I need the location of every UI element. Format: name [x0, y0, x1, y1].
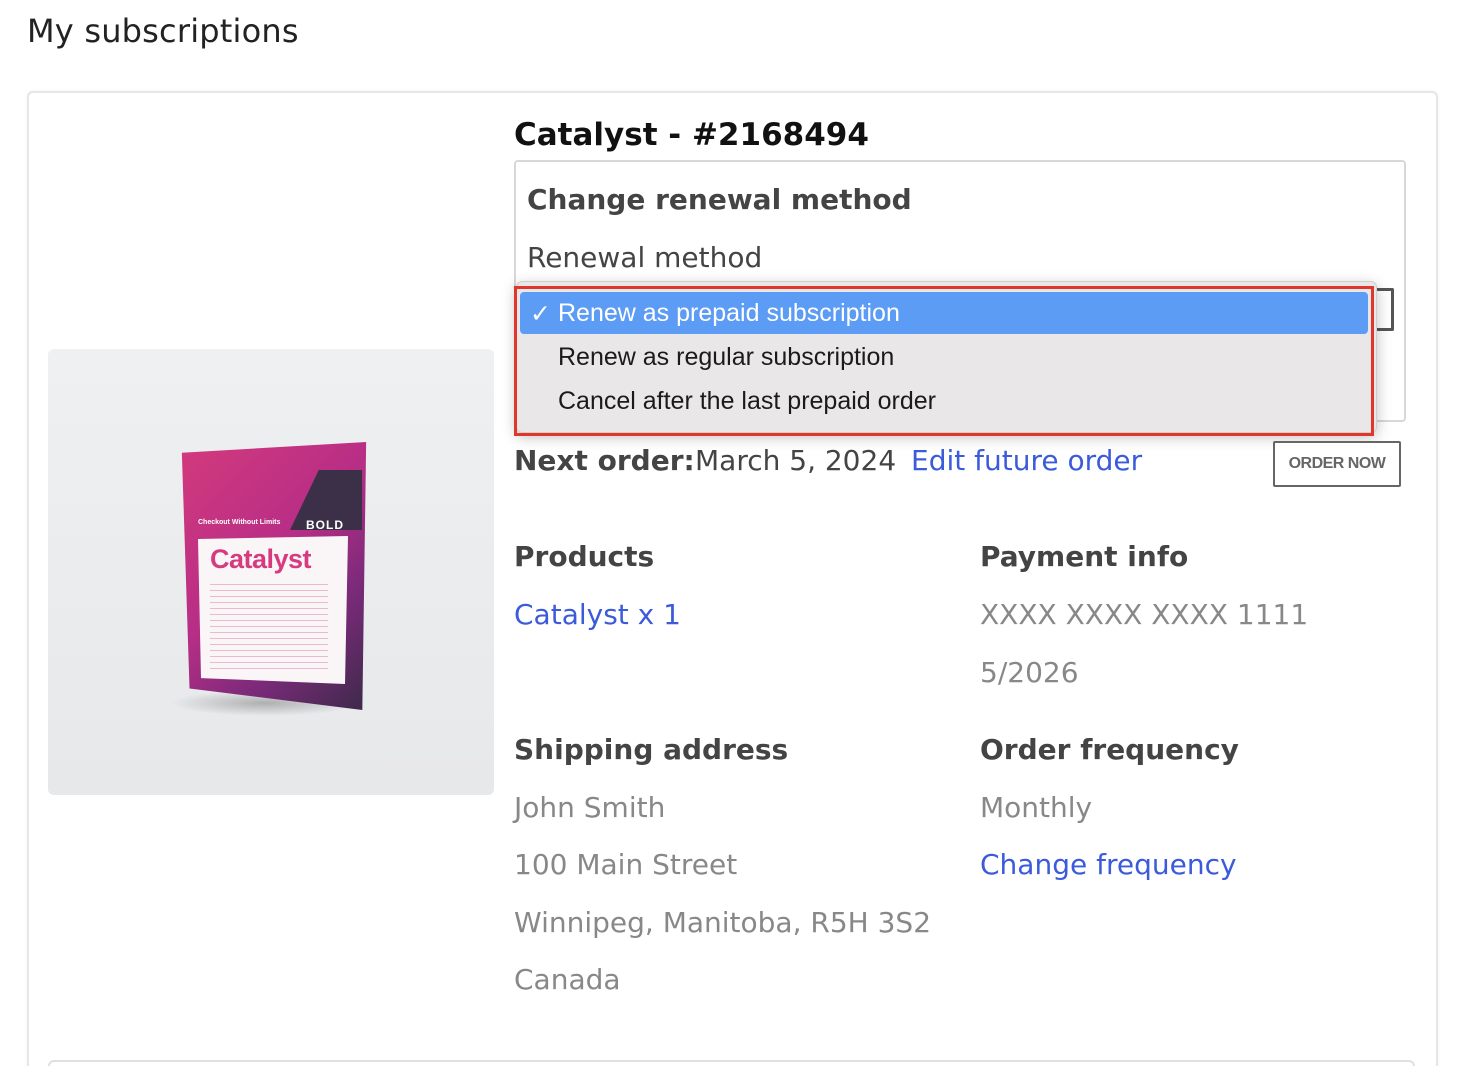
next-card-edge: [48, 1060, 1415, 1066]
shipping-country: Canada: [514, 963, 621, 996]
payment-heading: Payment info: [980, 540, 1189, 573]
shipping-city: Winnipeg, Manitoba, R5H 3S2: [514, 906, 932, 939]
frequency-heading: Order frequency: [980, 733, 1239, 766]
product-pouch-tagline: Checkout Without Limits: [198, 519, 281, 526]
product-pouch-name: Catalyst: [210, 544, 312, 574]
option-label: Renew as regular subscription: [558, 342, 895, 371]
product-pouch-text-lines: [210, 584, 328, 674]
change-frequency-link[interactable]: Change frequency: [980, 848, 1237, 881]
page-title: My subscriptions: [27, 12, 299, 50]
renewal-method-label: Renewal method: [527, 241, 763, 274]
payment-card-expiry: 5/2026: [980, 656, 1079, 689]
next-order-date: March 5, 2024: [695, 444, 897, 477]
shipping-street: 100 Main Street: [514, 848, 738, 881]
payment-card-number: XXXX XXXX XXXX 1111: [980, 598, 1309, 631]
edit-future-order-link[interactable]: Edit future order: [911, 444, 1142, 477]
option-label: Cancel after the last prepaid order: [558, 386, 936, 415]
shipping-heading: Shipping address: [514, 733, 789, 766]
shipping-name: John Smith: [514, 791, 666, 824]
order-now-button[interactable]: ORDER NOW: [1273, 441, 1401, 487]
option-renew-prepaid[interactable]: ✓ Renew as prepaid subscription: [520, 292, 1368, 334]
subscription-title: Catalyst - #2168494: [514, 117, 869, 153]
option-renew-regular[interactable]: Renew as regular subscription: [520, 336, 1368, 378]
option-label: Renew as prepaid subscription: [558, 298, 900, 327]
product-link[interactable]: Catalyst x 1: [514, 598, 681, 631]
checkmark-icon: ✓: [530, 300, 551, 328]
products-heading: Products: [514, 540, 655, 573]
renewal-method-select[interactable]: [1376, 288, 1394, 331]
product-pouch-brand: BOLD: [306, 518, 344, 532]
option-cancel-after-prepaid[interactable]: Cancel after the last prepaid order: [520, 380, 1368, 422]
next-order-label: Next order:: [514, 444, 695, 477]
renewal-heading: Change renewal method: [527, 183, 912, 216]
frequency-value: Monthly: [980, 791, 1093, 824]
